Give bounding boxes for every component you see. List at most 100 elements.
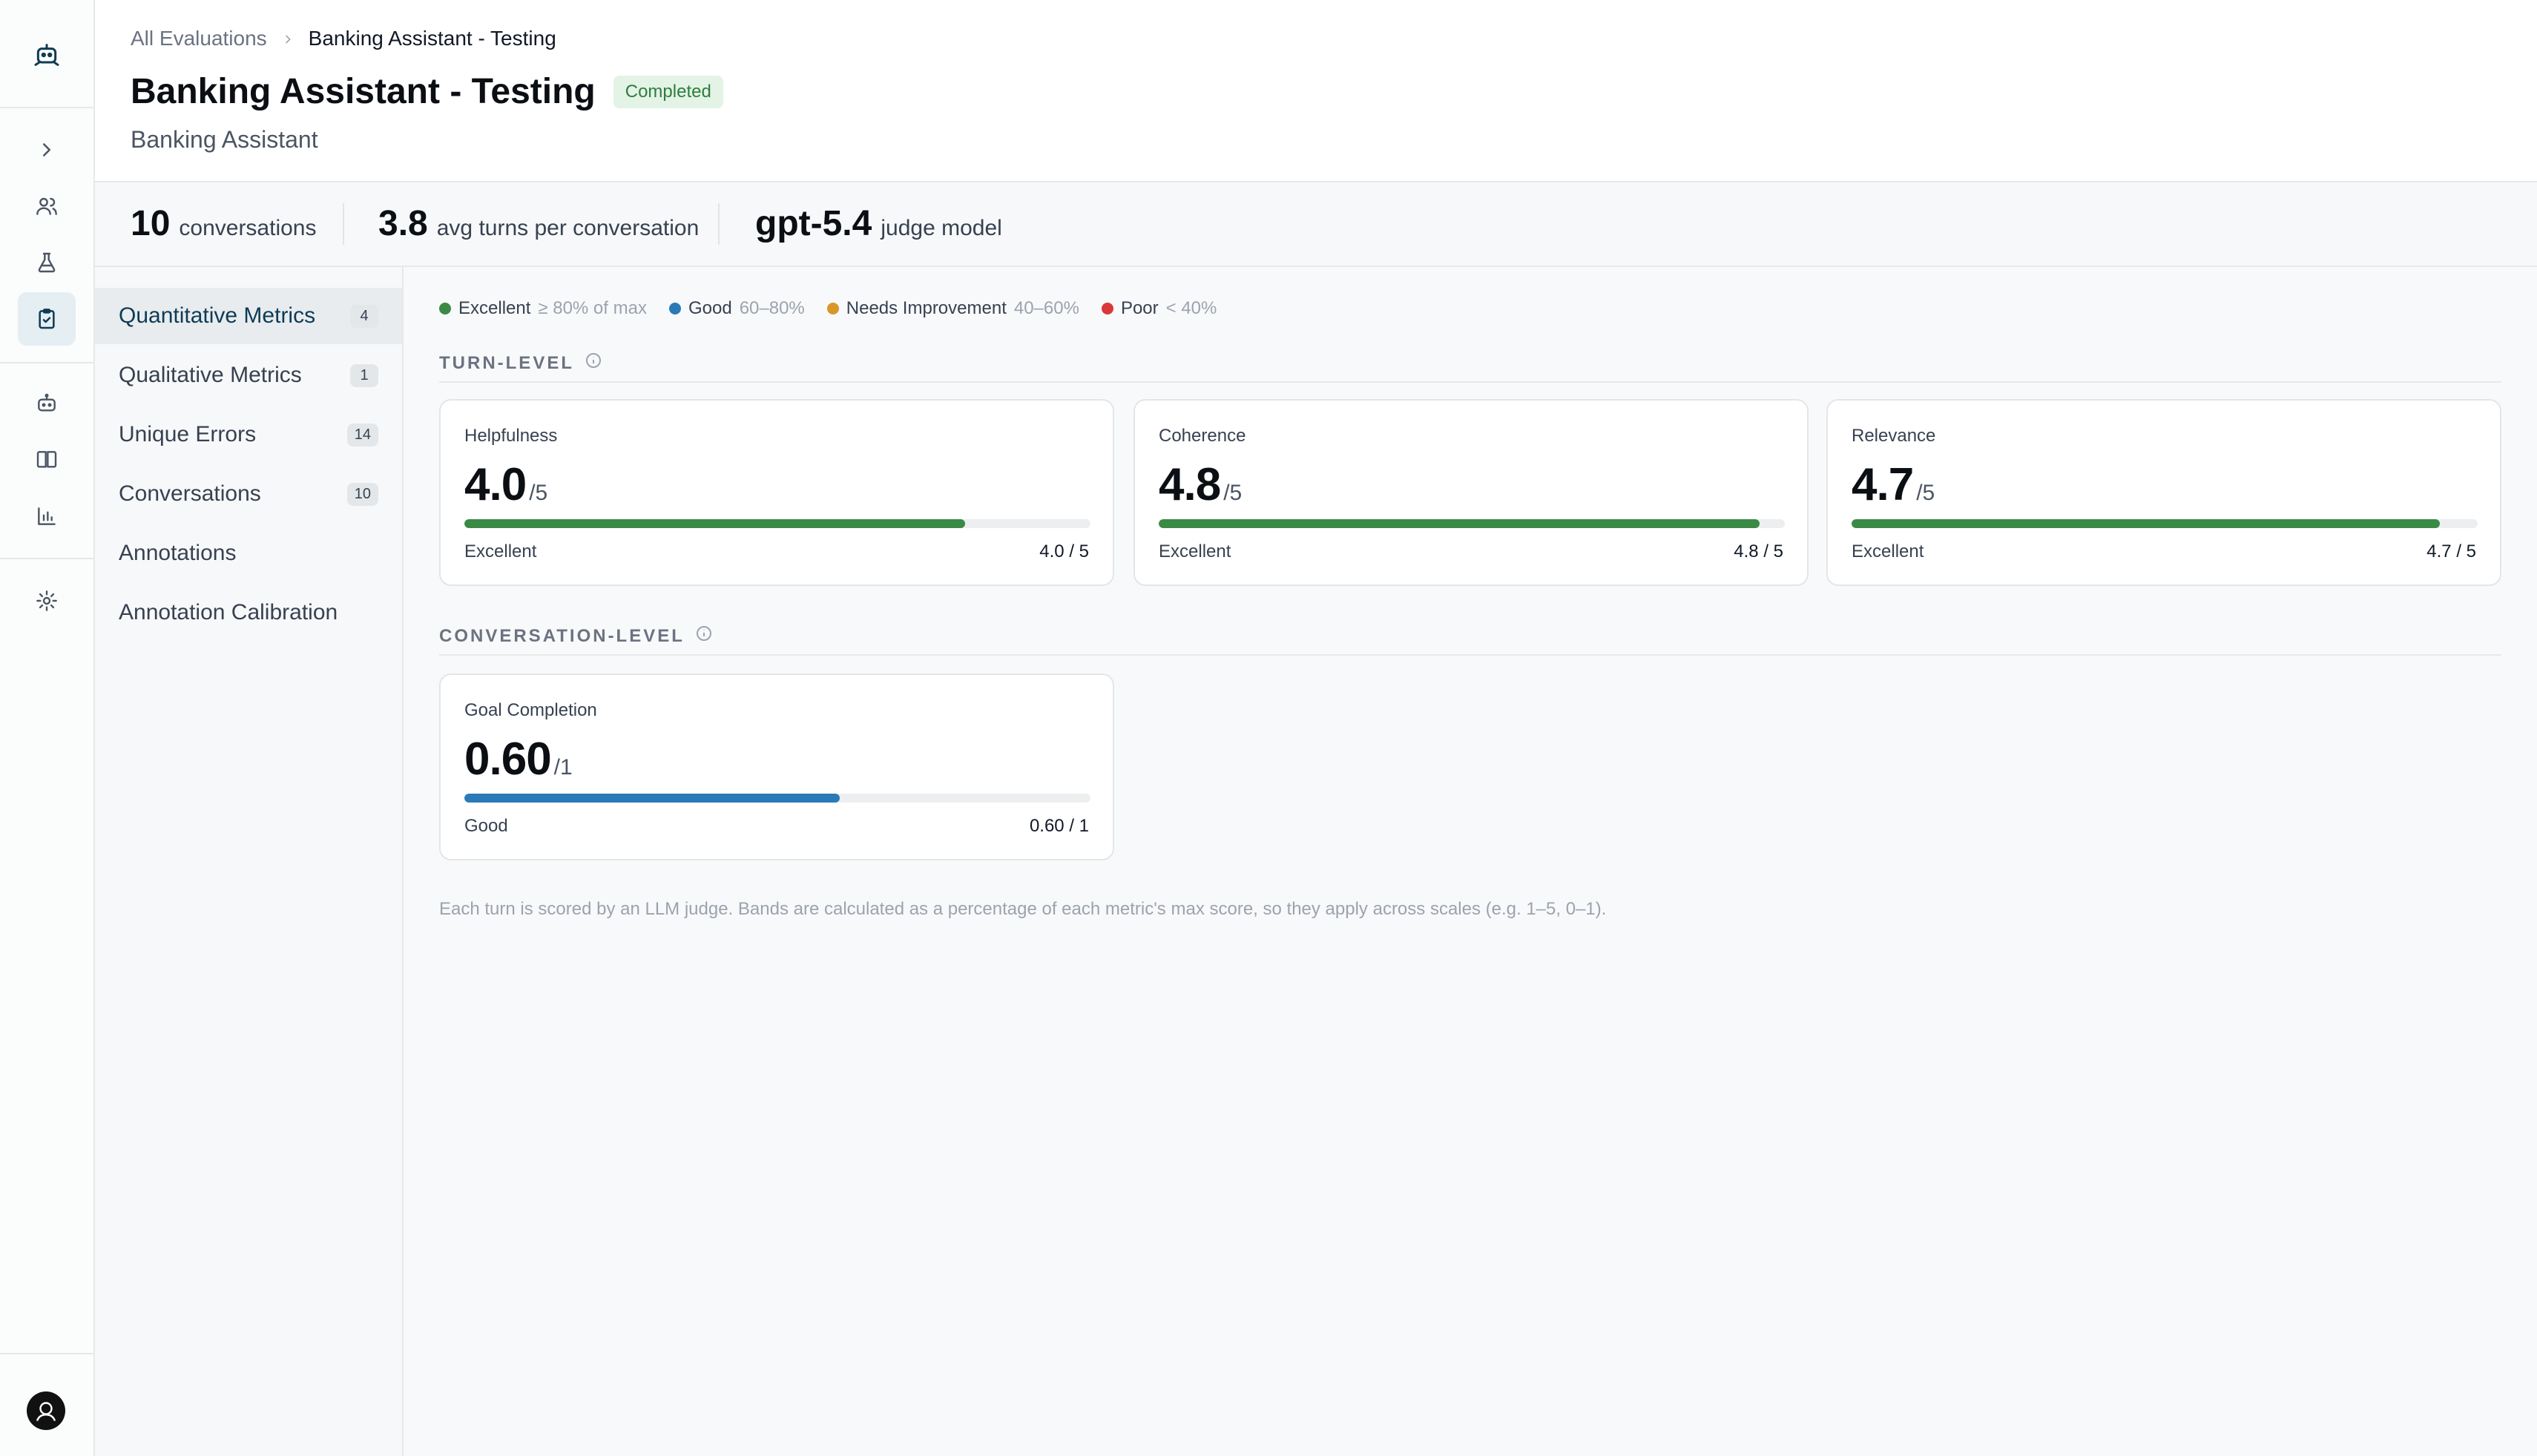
page-header: All Evaluations Banking Assistant - Test… <box>95 0 2537 182</box>
info-icon[interactable] <box>585 352 602 375</box>
section-heading-turn-level: TURN-LEVEL <box>439 352 602 375</box>
metric-value: 4.8 <box>1159 459 1221 510</box>
breadcrumb-all-evaluations[interactable]: All Evaluations <box>131 27 267 50</box>
bar-chart-icon[interactable] <box>18 490 76 543</box>
stat-value: 3.8 <box>378 204 428 243</box>
score-band-label: Good <box>464 816 508 836</box>
metric-card-coherence: Coherence 4.8 /5 Excellent 4.8 / 5 <box>1133 399 1809 586</box>
nav-item-label: Annotation Calibration <box>119 600 338 625</box>
metric-name: Coherence <box>1159 426 1246 446</box>
score-progress-fill <box>1852 519 2441 528</box>
status-badge: Completed <box>613 75 723 108</box>
score-band-label: Excellent <box>464 541 537 561</box>
stat-conversations: 10 conversations <box>131 203 317 244</box>
score-ratio: 4.0 / 5 <box>1039 541 1089 561</box>
app-logo-icon[interactable] <box>22 36 71 74</box>
metric-score: 4.7 /5 <box>1852 458 1935 511</box>
score-band-label: Excellent <box>1852 541 1924 561</box>
metric-max: /1 <box>553 755 573 780</box>
legend-range: ≥ 80% of max <box>538 298 647 318</box>
score-progress-fill <box>464 519 966 528</box>
nav-item-label: Qualitative Metrics <box>119 363 302 387</box>
count-badge: 1 <box>350 363 378 387</box>
scoring-footnote: Each turn is scored by an LLM judge. Ban… <box>439 899 1607 919</box>
metric-value: 4.0 <box>464 459 527 510</box>
legend-item-good: Good 60–80% <box>668 298 805 319</box>
legend-name: Needs Improvement <box>846 298 1007 318</box>
stat-label: conversations <box>179 216 317 240</box>
score-ratio: 4.7 / 5 <box>2426 541 2476 561</box>
score-progress-fill <box>464 794 840 803</box>
count-badge: 10 <box>346 482 378 506</box>
divider <box>0 558 93 559</box>
score-progress-bar <box>464 794 1090 803</box>
legend-dot <box>668 303 681 314</box>
stat-value: 10 <box>131 204 171 243</box>
nav-item-conversations[interactable]: Conversations 10 <box>95 466 402 522</box>
gear-icon[interactable] <box>18 574 76 627</box>
score-progress-bar <box>1852 519 2478 528</box>
breadcrumb: All Evaluations Banking Assistant - Test… <box>131 27 556 50</box>
nav-item-quantitative-metrics[interactable]: Quantitative Metrics 4 <box>95 288 402 344</box>
legend-item-excellent: Excellent ≥ 80% of max <box>439 298 647 319</box>
score-progress-bar <box>1159 519 1785 528</box>
page-title: Banking Assistant - Testing <box>131 72 596 111</box>
metric-card-relevance: Relevance 4.7 /5 Excellent 4.7 / 5 <box>1826 399 2501 586</box>
metric-max: /5 <box>1223 481 1243 505</box>
nav-item-unique-errors[interactable]: Unique Errors 14 <box>95 406 402 463</box>
metric-card-helpfulness: Helpfulness 4.0 /5 Excellent 4.0 / 5 <box>439 399 1114 586</box>
legend-name: Good <box>688 298 732 318</box>
nav-item-label: Unique Errors <box>119 422 257 447</box>
metric-value: 4.7 <box>1852 459 1914 510</box>
divider <box>0 362 93 363</box>
info-icon[interactable] <box>695 625 713 648</box>
metric-max: /5 <box>529 481 548 505</box>
metric-value: 0.60 <box>464 734 552 785</box>
expand-chevron-icon[interactable] <box>18 123 76 177</box>
nav-item-annotation-calibration[interactable]: Annotation Calibration <box>95 584 402 641</box>
score-legend: Excellent ≥ 80% of max Good 60–80% Needs… <box>439 298 1217 319</box>
chevron-right-icon <box>282 27 294 50</box>
metric-score: 4.8 /5 <box>1159 458 1242 511</box>
metric-score: 0.60 /1 <box>464 733 573 785</box>
clipboard-check-icon[interactable] <box>18 292 76 346</box>
legend-range: < 40% <box>1165 298 1217 318</box>
users-icon[interactable] <box>18 179 76 233</box>
stat-label: judge model <box>881 216 1002 240</box>
breadcrumb-current: Banking Assistant - Testing <box>308 27 556 50</box>
legend-dot <box>1101 303 1113 314</box>
score-band-label: Excellent <box>1159 541 1231 561</box>
stat-avg-turns: 3.8 avg turns per conversation <box>378 203 699 244</box>
metric-name: Helpfulness <box>464 426 558 446</box>
metrics-panel: Excellent ≥ 80% of max Good 60–80% Needs… <box>404 267 2537 1456</box>
user-avatar[interactable] <box>27 1391 65 1430</box>
divider <box>0 107 93 108</box>
nav-item-qualitative-metrics[interactable]: Qualitative Metrics 1 <box>95 347 402 403</box>
legend-item-poor: Poor < 40% <box>1101 298 1217 319</box>
metric-name: Goal Completion <box>464 700 597 720</box>
nav-item-label: Conversations <box>119 481 261 506</box>
book-icon[interactable] <box>18 433 76 487</box>
stat-judge-model: gpt-5.4 judge model <box>755 203 1002 244</box>
stat-value: gpt-5.4 <box>755 204 872 243</box>
bot-icon[interactable] <box>18 377 76 430</box>
legend-range: 60–80% <box>739 298 805 318</box>
page-subtitle: Banking Assistant <box>131 126 318 153</box>
section-title: TURN-LEVEL <box>439 352 574 373</box>
legend-range: 40–60% <box>1013 298 1079 318</box>
section-title: CONVERSATION-LEVEL <box>439 625 685 646</box>
stats-bar: 10 conversations 3.8 avg turns per conve… <box>95 182 2537 267</box>
divider <box>0 1353 93 1354</box>
divider <box>343 203 344 245</box>
section-nav: Quantitative Metrics 4 Qualitative Metri… <box>95 267 404 1456</box>
count-badge: 14 <box>346 423 378 447</box>
nav-item-label: Quantitative Metrics <box>119 303 316 328</box>
flask-icon[interactable] <box>18 236 76 289</box>
nav-item-label: Annotations <box>119 541 237 565</box>
legend-name: Poor <box>1120 298 1159 318</box>
divider <box>718 203 720 245</box>
legend-item-needs-improvement: Needs Improvement 40–60% <box>826 298 1079 319</box>
nav-item-annotations[interactable]: Annotations <box>95 525 402 582</box>
icon-sidebar <box>0 0 95 1456</box>
divider <box>439 654 2501 656</box>
